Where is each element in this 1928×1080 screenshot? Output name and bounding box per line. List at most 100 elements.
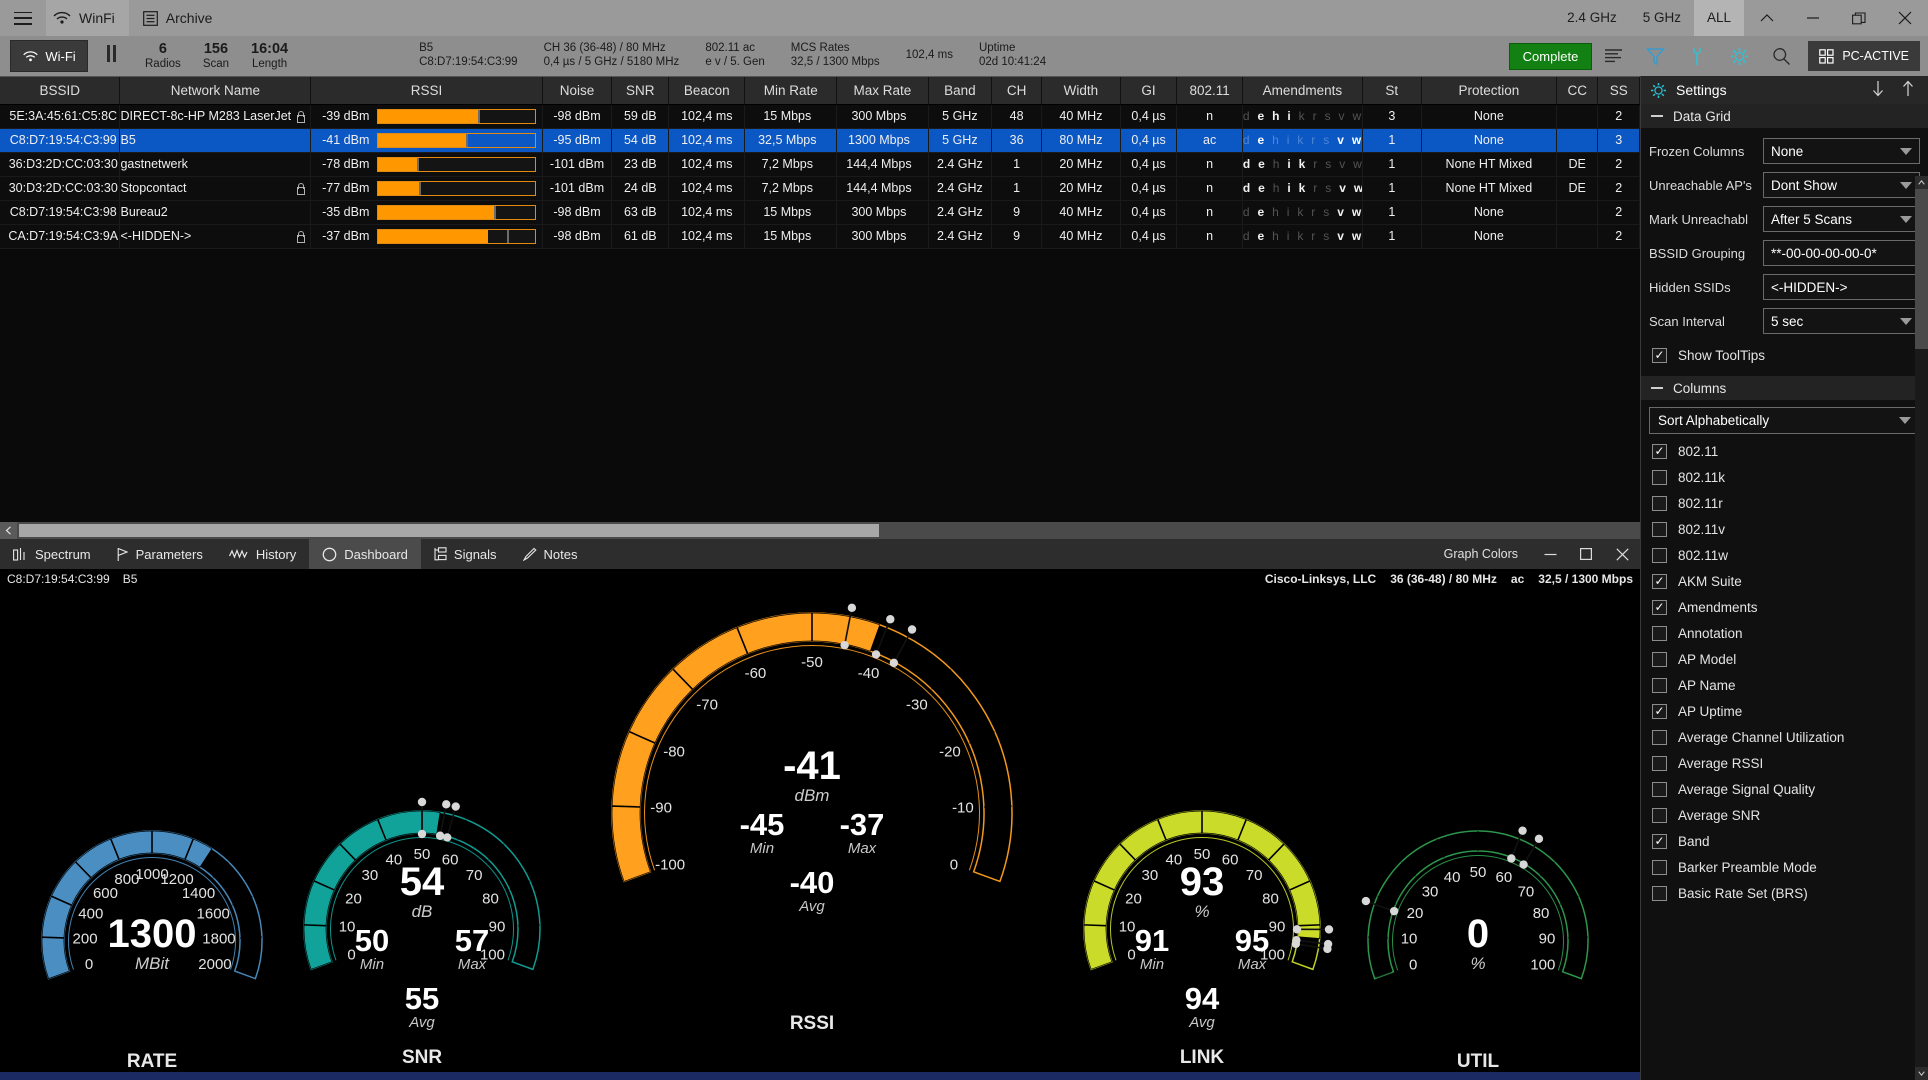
column-item-802-11[interactable]: ✓ 802.11 [1649,438,1920,464]
tab-spectrum[interactable]: Spectrum [0,539,104,569]
column-item-ap-uptime[interactable]: ✓ AP Uptime [1649,698,1920,724]
column-header-protection[interactable]: Protection [1421,77,1557,105]
column-checkbox[interactable] [1652,677,1667,693]
column-checkbox[interactable] [1652,521,1667,537]
list-view-button[interactable] [1592,36,1634,76]
band-filter-24ghz[interactable]: 2.4 GHz [1554,0,1630,36]
column-header-network-name[interactable]: Network Name [119,77,312,105]
column-checkbox[interactable]: ✓ [1652,443,1667,459]
table-row[interactable]: 36:D3:2D:CC:03:30 gastnetwerk -78 dBm -101 … [0,152,1640,177]
column-item-802-11r[interactable]: 802.11r [1649,490,1920,516]
section-data-grid[interactable]: Data Grid [1641,104,1928,128]
column-item-ap-name[interactable]: AP Name [1649,672,1920,698]
show-tooltips-row[interactable]: ✓ Show ToolTips [1641,342,1928,368]
column-item-average-rssi[interactable]: Average RSSI [1649,750,1920,776]
column-header-st[interactable]: St [1362,77,1422,105]
setting-input[interactable]: **-00-00-00-00-0* [1763,240,1920,266]
column-checkbox[interactable] [1652,859,1667,875]
column-item-802-11v[interactable]: 802.11v [1649,516,1920,542]
table-row[interactable]: C8:D7:19:54:C3:98 Bureau2 -35 dBm -98 dBm 63… [0,200,1640,225]
column-checkbox[interactable] [1652,755,1667,771]
tab-signals[interactable]: Signals [421,539,510,569]
column-header-ss[interactable]: SS [1597,77,1640,105]
panel-close-button[interactable] [1604,539,1640,569]
settings-scroll-down-arrow[interactable] [1915,1067,1928,1080]
panel-minimize-button[interactable] [1532,539,1568,569]
column-item-annotation[interactable]: Annotation [1649,620,1920,646]
minimize-button[interactable] [1790,0,1836,36]
column-sort-select[interactable]: Sort Alphabetically [1649,407,1920,434]
column-item-basic-rate-set-brs-[interactable]: Basic Rate Set (BRS) [1649,880,1920,906]
column-header-snr[interactable]: SNR [611,77,670,105]
column-header-rssi[interactable]: RSSI [310,77,543,105]
column-header-amendments[interactable]: Amendments [1242,77,1363,105]
setting-select[interactable]: Dont Show [1763,172,1920,198]
filter-button[interactable] [1634,36,1676,76]
tab-parameters[interactable]: Parameters [104,539,216,569]
section-columns[interactable]: Columns [1641,376,1928,400]
setting-select[interactable]: After 5 Scans [1763,206,1920,232]
column-item-average-snr[interactable]: Average SNR [1649,802,1920,828]
hamburger-menu-button[interactable] [0,0,46,36]
column-header-max-rate[interactable]: Max Rate [836,77,929,105]
expand-up-button[interactable] [1744,0,1790,36]
maximize-restore-button[interactable] [1836,0,1882,36]
scroll-track[interactable] [879,522,1640,539]
scroll-left-arrow[interactable] [0,522,17,539]
column-checkbox[interactable] [1652,729,1667,745]
pause-button[interactable] [88,38,134,74]
settings-scroll-up-arrow[interactable] [1915,176,1928,189]
column-checkbox[interactable] [1652,625,1667,641]
column-header-min-rate[interactable]: Min Rate [744,77,838,105]
column-checkbox[interactable] [1652,885,1667,901]
tab-notes[interactable]: Notes [510,539,591,569]
column-checkbox[interactable] [1652,651,1667,667]
column-header-cc[interactable]: CC [1556,77,1599,105]
column-item-average-channel-utilization[interactable]: Average Channel Utilization [1649,724,1920,750]
settings-vertical-scrollbar[interactable] [1915,176,1928,1080]
column-checkbox[interactable]: ✓ [1652,599,1667,615]
settings-gear-button[interactable] [1718,36,1760,76]
tab-history[interactable]: History [216,539,309,569]
column-item-average-signal-quality[interactable]: Average Signal Quality [1649,776,1920,802]
column-checkbox[interactable]: ✓ [1652,573,1667,589]
setting-input[interactable]: <-HIDDEN-> [1763,274,1920,300]
settings-scroll-thumb[interactable] [1915,189,1928,349]
table-row[interactable]: 30:D3:2D:CC:03:30 Stopcontact -77 dBm -101 … [0,176,1640,201]
band-filter-all[interactable]: ALL [1693,0,1744,36]
archive-tab[interactable]: Archive [129,0,227,36]
column-item-band[interactable]: ✓ Band [1649,828,1920,854]
column-checkbox[interactable] [1652,781,1667,797]
app-title-tab[interactable]: WinFi [46,0,129,36]
grid-horizontal-scrollbar[interactable] [0,522,1640,539]
wifi-adapter-button[interactable]: Wi-Fi [10,40,88,72]
table-row[interactable]: C8:D7:19:54:C3:99 B5 -41 dBm -95 dBm 54 dB 10… [0,128,1640,153]
panel-maximize-button[interactable] [1568,539,1604,569]
column-item-802-11k[interactable]: 802.11k [1649,464,1920,490]
settings-expand-all-button[interactable] [1901,80,1915,100]
column-header-802-11[interactable]: 802.11 [1176,77,1243,105]
column-header-noise[interactable]: Noise [542,77,613,105]
scroll-thumb[interactable] [19,524,879,537]
column-item-barker-preamble-mode[interactable]: Barker Preamble Mode [1649,854,1920,880]
tools-button[interactable] [1676,36,1718,76]
column-header-gi[interactable]: GI [1120,77,1178,105]
column-header-width[interactable]: Width [1041,77,1121,105]
settings-collapse-all-button[interactable] [1871,80,1885,100]
complete-status-button[interactable]: Complete [1508,42,1593,70]
column-checkbox[interactable]: ✓ [1652,703,1667,719]
close-button[interactable] [1882,0,1928,36]
show-tooltips-checkbox[interactable]: ✓ [1652,347,1667,363]
table-row[interactable]: 5E:3A:45:61:C5:8C DIRECT-8c-HP M283 Laser… [0,104,1640,129]
search-button[interactable] [1760,36,1802,76]
column-header-ch[interactable]: CH [991,77,1043,105]
column-header-beacon[interactable]: Beacon [668,77,746,105]
column-header-band[interactable]: Band [928,77,993,105]
column-item-akm-suite[interactable]: ✓ AKM Suite [1649,568,1920,594]
column-checkbox[interactable]: ✓ [1652,833,1667,849]
table-row[interactable]: CA:D7:19:54:C3:9A <-HIDDEN-> -37 dBm -98 dB… [0,224,1640,249]
graph-colors-label[interactable]: Graph Colors [1444,547,1518,561]
setting-select[interactable]: 5 sec [1763,308,1920,334]
ap-data-grid[interactable]: BSSID Network Name RSSI Noise SNR Beacon Min R… [0,76,1640,538]
column-checkbox[interactable] [1652,495,1667,511]
